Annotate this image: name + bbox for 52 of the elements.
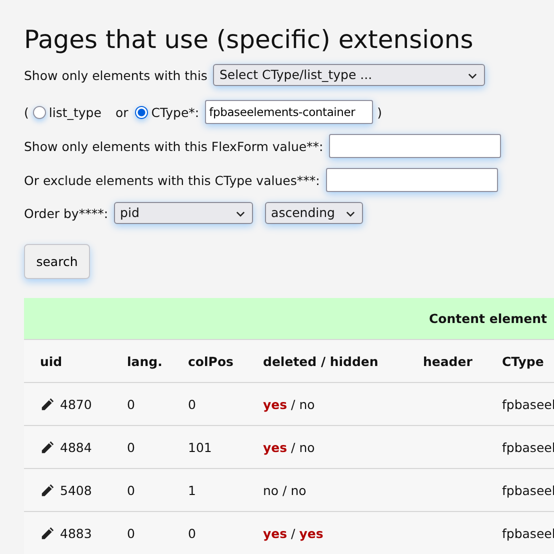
table-cell: 0: [127, 396, 135, 412]
table-cell: fpbaseel: [502, 482, 554, 498]
search-button[interactable]: search: [24, 244, 90, 279]
table-cell: 1: [188, 482, 196, 498]
table-cell: 0: [127, 482, 135, 498]
column-header: colPos: [188, 354, 234, 368]
chevron-down-icon: [468, 73, 478, 79]
pencil-icon[interactable]: [40, 482, 55, 498]
order-field-select[interactable]: pid: [114, 202, 254, 224]
chevron-down-icon: [236, 211, 246, 217]
pencil-icon[interactable]: [40, 526, 55, 540]
order-direction-select[interactable]: ascending: [265, 202, 364, 224]
table-cell: yes / yes: [263, 526, 324, 540]
table-cell: 0: [127, 526, 135, 540]
table-cell: 101: [188, 440, 212, 454]
flexform-field[interactable]: [329, 134, 502, 158]
table-cell: 0: [127, 440, 135, 454]
column-header: CType: [502, 354, 544, 368]
table-cell: yes / no: [263, 396, 315, 412]
exclude-label: Or exclude elements with this CType values***:: [24, 172, 320, 188]
paren-text: (: [24, 104, 29, 120]
exclude-field[interactable]: [326, 168, 498, 192]
or-text: or: [115, 104, 128, 120]
chevron-down-icon: [346, 211, 356, 217]
table-cell: 5408: [60, 482, 92, 498]
type-select[interactable]: Select CType/list_type ...: [213, 64, 486, 86]
table-cell: 0: [188, 526, 196, 540]
column-header: header: [423, 354, 472, 368]
group-header-text: Content element: [429, 311, 547, 326]
table-cell: fpbaseel: [502, 440, 554, 454]
paren-text: ): [377, 104, 382, 120]
column-header: uid: [40, 354, 62, 368]
order-label: Order by****:: [24, 206, 108, 220]
table-cell: fpbaseel: [502, 526, 554, 540]
pencil-icon[interactable]: [40, 396, 55, 412]
table-cell: 0: [188, 396, 196, 412]
table-cell: 4870: [60, 396, 92, 412]
radio-button[interactable]: [32, 106, 46, 118]
table-cell: 4883: [60, 526, 92, 540]
radio-label: CType*:: [151, 104, 200, 120]
table-cell: no / no: [263, 482, 306, 498]
pencil-icon[interactable]: [40, 440, 55, 454]
filter-label: Show only elements with this: [24, 68, 208, 82]
radio-label: list_type: [48, 104, 102, 120]
radio-button[interactable]: [135, 106, 148, 118]
column-header: deleted / hidden: [263, 354, 378, 368]
table-cell: 4884: [60, 440, 92, 454]
column-header: lang.: [127, 354, 162, 368]
ctype-field[interactable]: fpbaseelements-container: [205, 100, 374, 124]
flexform-label: Show only elements with this FlexForm value**:: [24, 138, 324, 154]
table-cell: fpbaseel: [502, 396, 554, 412]
table-cell: yes / no: [263, 440, 315, 454]
